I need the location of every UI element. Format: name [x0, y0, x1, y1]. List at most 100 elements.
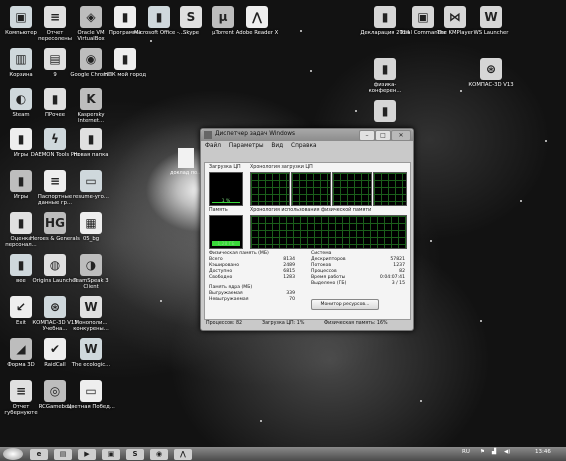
desktop-icon-label: The ecologic...	[71, 362, 111, 368]
window-title: Диспетчер задач Windows	[215, 131, 296, 137]
memory-label: Память	[209, 208, 228, 213]
app-icon: ▮	[374, 58, 396, 80]
start-button[interactable]	[3, 448, 23, 460]
cpu-history-label: Хронология загрузки ЦП	[250, 165, 313, 170]
desktop-icon-label: НПК мой город	[103, 72, 147, 78]
app-icon: W	[80, 338, 102, 360]
taskbar-app-button[interactable]: ◉	[150, 449, 168, 460]
tray-network-icon[interactable]: ▟	[492, 449, 496, 455]
app-icon: ↙	[10, 296, 32, 318]
tab-strip: ПриложенияПроцессыСлужбыБыстродействиеСе…	[204, 153, 413, 190]
app-icon: ◉	[80, 48, 102, 70]
cpu-history-graph-1	[250, 172, 290, 206]
taskbar-app-button[interactable]: ▤	[54, 449, 72, 460]
taskbar-app-button[interactable]: S	[126, 449, 144, 460]
desktop-icon-label: КОМПАС-3D V13	[468, 82, 514, 88]
taskbar-app-button[interactable]: ⋀	[174, 449, 192, 460]
desktop-icon[interactable]: ▭ resume-уго...	[66, 170, 116, 200]
app-icon: W	[80, 296, 102, 318]
desktop-icon[interactable]: ▮ физика-конферен...	[360, 58, 410, 94]
app-icon: W	[480, 6, 502, 28]
stat-value: 70	[289, 297, 295, 302]
app-icon: ▮	[10, 128, 32, 150]
app-icon: ▥	[10, 48, 32, 70]
app-icon: HG	[44, 212, 66, 234]
desktop-icon-label: TeamSpeak 3 Client	[73, 278, 109, 290]
desktop-icon[interactable]: ⋀ Adobe Reader X	[232, 6, 282, 36]
desktop-icon[interactable]: ▭ Цветная Побед...	[66, 380, 116, 410]
app-icon: ▮	[10, 170, 32, 192]
desktop-icon[interactable]: ▮	[360, 100, 410, 124]
menu-help[interactable]: Справка	[291, 143, 317, 149]
document-icon-label: доклад по...	[170, 170, 202, 176]
document-icon[interactable]	[178, 148, 194, 168]
desktop-icon-label: Монополи... конкурены...	[73, 320, 109, 332]
app-icon: ▮	[374, 6, 396, 28]
cpu-usage-value: 1 %	[221, 199, 231, 204]
desktop-icon-label: Kaspersky Internet...	[77, 112, 105, 124]
desktop-icon-label: Новая папка	[73, 152, 109, 158]
desktop-icon[interactable]: W The ecologic...	[66, 338, 116, 368]
desktop-icon[interactable]: ▦ 05_bg	[66, 212, 116, 242]
status-processes: Процессов: 82	[206, 321, 243, 326]
status-cpu: Загрузка ЦП: 1%	[262, 321, 305, 326]
desktop-icon[interactable]: W Монополи... конкурены...	[66, 296, 116, 332]
app-icon: ▮	[374, 100, 396, 122]
clock[interactable]: 13:46	[535, 449, 551, 455]
app-icon: ◢	[10, 338, 32, 360]
menu-file[interactable]: Файл	[205, 143, 221, 149]
stat-label: Выделено (ГБ)	[311, 281, 347, 286]
taskbar-app-button[interactable]: ▣	[102, 449, 120, 460]
stat-label: Невыгружаемая	[209, 297, 249, 302]
memory-history-label: Хронология использования физической памя…	[250, 208, 372, 213]
app-icon: µ	[212, 6, 234, 28]
status-bar: Процессов: 82 Загрузка ЦП: 1% Физическая…	[204, 320, 409, 328]
app-icon: ▣	[10, 6, 32, 28]
tray-volume-icon[interactable]: ◀)	[504, 449, 510, 455]
tray-flag-icon[interactable]: ⚑	[480, 449, 485, 455]
app-icon: ◎	[44, 380, 66, 402]
cpu-history-graph-4	[373, 172, 407, 206]
status-memory: Физическая память: 16%	[324, 321, 388, 326]
taskbar-app-button[interactable]: ▶	[78, 449, 96, 460]
maximize-button[interactable]: □	[375, 130, 391, 141]
close-button[interactable]: ✕	[391, 130, 411, 141]
menu-bar: Файл Параметры Вид Справка	[205, 143, 323, 149]
desktop-icon-label: Цветная Побед...	[67, 404, 115, 410]
minimize-button[interactable]: –	[359, 130, 375, 141]
desktop-icon[interactable]: ◑ TeamSpeak 3 Client	[66, 254, 116, 290]
app-icon: ≡	[44, 170, 66, 192]
desktop-icon[interactable]: K Kaspersky Internet...	[66, 88, 116, 124]
app-icon: ≡	[44, 6, 66, 28]
kernel-memory-stats: Память ядра (МБ) Выгружаемая 339 Невыгружа…	[209, 285, 295, 303]
app-icon: ▮	[114, 48, 136, 70]
app-icon: ◐	[10, 88, 32, 110]
desktop-icon[interactable]: ▮ НПК мой город	[100, 48, 150, 78]
app-icon: ▮	[80, 128, 102, 150]
language-indicator[interactable]: RU	[462, 449, 470, 455]
app-icon: ⊛	[44, 296, 66, 318]
desktop-icon[interactable]: ▮ Новая папка	[66, 128, 116, 158]
app-icon: ⊛	[480, 58, 502, 80]
menu-options[interactable]: Параметры	[229, 143, 264, 149]
desktop-icon-label: Adobe Reader X	[235, 30, 279, 36]
system-stats: Система Дескрипторов 57821 Потоков 1237 Проц…	[311, 251, 405, 287]
stat-row: Невыгружаемая 70	[209, 297, 295, 303]
app-icon: ▤	[44, 48, 66, 70]
window-titlebar[interactable]: Диспетчер задач Windows – □ ✕	[201, 129, 413, 141]
app-icon: ▭	[80, 380, 102, 402]
physical-memory-stats: Физическая память (МБ) Всего 8134 Кэширова…	[209, 251, 295, 281]
resource-monitor-button[interactable]: Монитор ресурсов...	[311, 299, 379, 310]
menu-view[interactable]: Вид	[271, 143, 283, 149]
desktop-icon-label: 05_bg	[82, 236, 100, 242]
desktop-icon-label: WS Launcher	[473, 30, 509, 36]
memory-value: 1,28 ГБ	[217, 242, 235, 247]
desktop-icon[interactable]: ⊛ КОМПАС-3D V13	[466, 58, 516, 88]
app-icon: ◈	[80, 6, 102, 28]
taskbar-app-button[interactable]: e	[30, 449, 48, 460]
task-manager-window[interactable]: Диспетчер задач Windows – □ ✕ Файл Парам…	[200, 128, 414, 331]
desktop-icon-label: физика-конферен...	[368, 82, 402, 94]
desktop-icon[interactable]: W WS Launcher	[466, 6, 516, 36]
stat-value: 1283	[283, 275, 295, 280]
app-icon: ϟ	[44, 128, 66, 150]
